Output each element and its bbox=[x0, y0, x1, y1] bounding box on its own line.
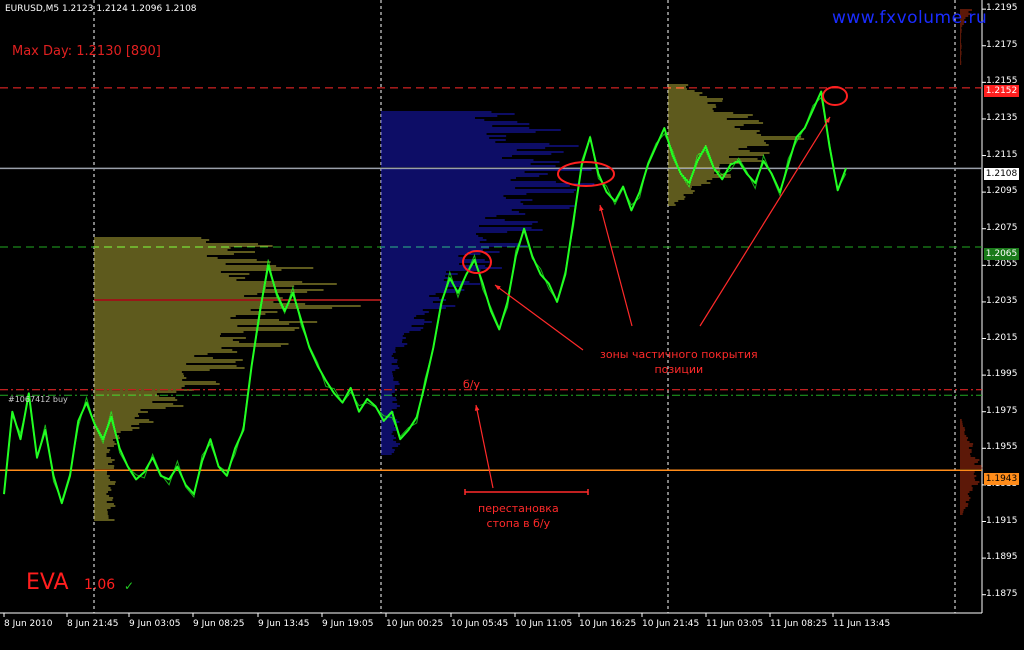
x-tick-label: 8 Jun 21:45 bbox=[67, 619, 119, 629]
top-level-tag: 1.2152 bbox=[984, 85, 1019, 97]
y-tick-label: 1.1995 bbox=[986, 369, 1018, 380]
y-tick-label: 1.2075 bbox=[986, 222, 1018, 233]
x-tick-label: 9 Jun 03:05 bbox=[129, 619, 181, 629]
x-tick-label: 9 Jun 08:25 bbox=[193, 619, 245, 629]
y-tick-label: 1.1875 bbox=[986, 588, 1018, 599]
x-tick-label: 10 Jun 00:25 bbox=[386, 619, 444, 629]
green-level-tag: 1.2065 bbox=[984, 248, 1019, 260]
y-tick-label: 1.2115 bbox=[986, 149, 1018, 160]
y-tick-label: 1.2015 bbox=[986, 332, 1018, 343]
y-tick-label: 1.2135 bbox=[986, 112, 1018, 123]
x-tick-label: 11 Jun 13:45 bbox=[833, 619, 891, 629]
arrow-head bbox=[474, 405, 480, 411]
x-tick-label: 10 Jun 05:45 bbox=[451, 619, 509, 629]
x-tick-label: 8 Jun 2010 bbox=[4, 619, 53, 629]
annotation-arrow bbox=[599, 204, 633, 327]
website-watermark: www.fxvolume.ru bbox=[832, 8, 988, 28]
volume-profile-day3 bbox=[668, 84, 805, 206]
highlight-ellipse bbox=[557, 161, 615, 187]
partial-close-annotation: зоны частичного покрытия позиции bbox=[600, 347, 758, 377]
eva-version: 1.06 bbox=[84, 577, 116, 593]
eva-logo: EVA bbox=[26, 570, 69, 595]
x-tick-label: 10 Jun 21:45 bbox=[642, 619, 700, 629]
partial-close-line1: зоны частичного покрытия bbox=[600, 348, 758, 361]
current-price-tag: 1.2108 bbox=[984, 168, 1019, 180]
y-tick-label: 1.2175 bbox=[986, 39, 1018, 50]
y-tick-label: 1.1975 bbox=[986, 405, 1018, 416]
partial-close-line2: позиции bbox=[654, 363, 704, 376]
edge-profile-bottom bbox=[960, 419, 983, 515]
x-tick-label: 10 Jun 11:05 bbox=[515, 619, 573, 629]
y-tick-label: 1.1895 bbox=[986, 552, 1018, 563]
breakeven-label: б/у bbox=[463, 378, 480, 391]
stop-move-annotation: перестановка стопа в б/у bbox=[478, 501, 559, 531]
stop-move-line1: перестановка bbox=[478, 502, 559, 515]
order-label: #1067412 buy bbox=[8, 395, 68, 404]
price-chart[interactable] bbox=[0, 0, 1024, 650]
y-tick-label: 1.2195 bbox=[986, 3, 1018, 14]
x-tick-label: 11 Jun 08:25 bbox=[770, 619, 828, 629]
annotation-arrow bbox=[699, 116, 831, 327]
max-day-label: Max Day: 1.2130 [890] bbox=[12, 44, 161, 59]
x-tick-label: 9 Jun 19:05 bbox=[322, 619, 374, 629]
y-tick-label: 1.2095 bbox=[986, 186, 1018, 197]
stop-move-line2: стопа в б/у bbox=[486, 517, 551, 530]
check-icon: ✓ bbox=[124, 579, 135, 593]
stop-level-tag: 1.1943 bbox=[984, 473, 1019, 485]
symbol-info: EURUSD,M5 1.2123 1.2124 1.2096 1.2108 bbox=[5, 4, 197, 14]
highlight-ellipse bbox=[822, 86, 848, 106]
x-tick-label: 11 Jun 03:05 bbox=[706, 619, 764, 629]
x-tick-label: 10 Jun 16:25 bbox=[579, 619, 637, 629]
y-tick-label: 1.1915 bbox=[986, 515, 1018, 526]
annotation-arrow bbox=[475, 404, 494, 489]
annotation-arrow bbox=[494, 284, 584, 351]
x-tick-label: 9 Jun 13:45 bbox=[258, 619, 310, 629]
y-tick-label: 1.2055 bbox=[986, 259, 1018, 270]
y-tick-label: 1.2035 bbox=[986, 295, 1018, 306]
y-tick-label: 1.1955 bbox=[986, 442, 1018, 453]
chart-window[interactable]: EURUSD,M5 1.2123 1.2124 1.2096 1.2108 Ma… bbox=[0, 0, 1024, 650]
